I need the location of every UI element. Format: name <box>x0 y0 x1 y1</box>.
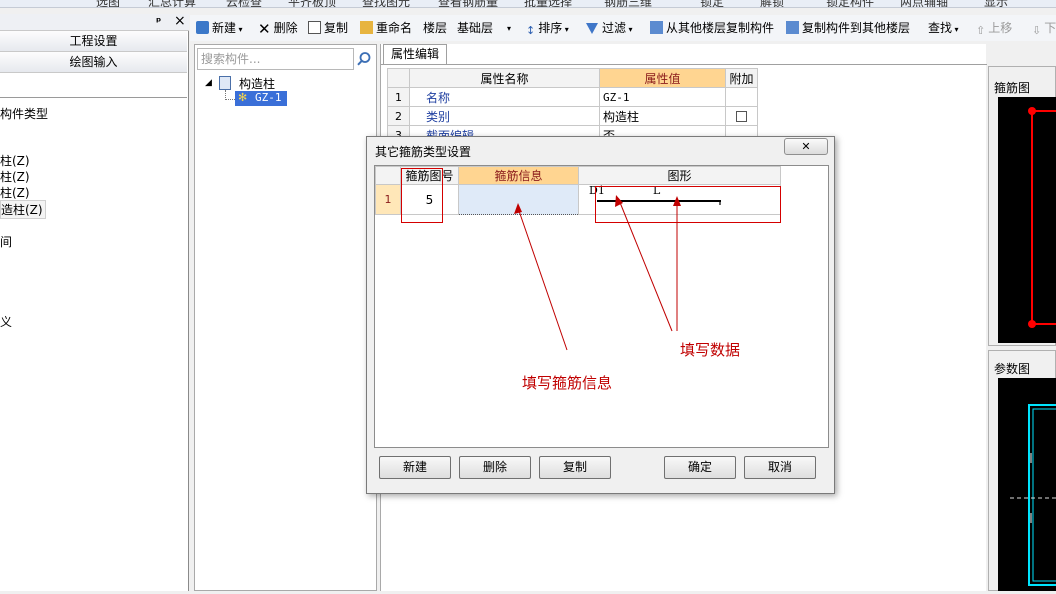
annotation-arrows <box>514 195 681 351</box>
annotation-fill-info: 填写箍筋信息 <box>522 374 613 392</box>
annotation-fill-data: 填写数据 <box>680 341 741 359</box>
